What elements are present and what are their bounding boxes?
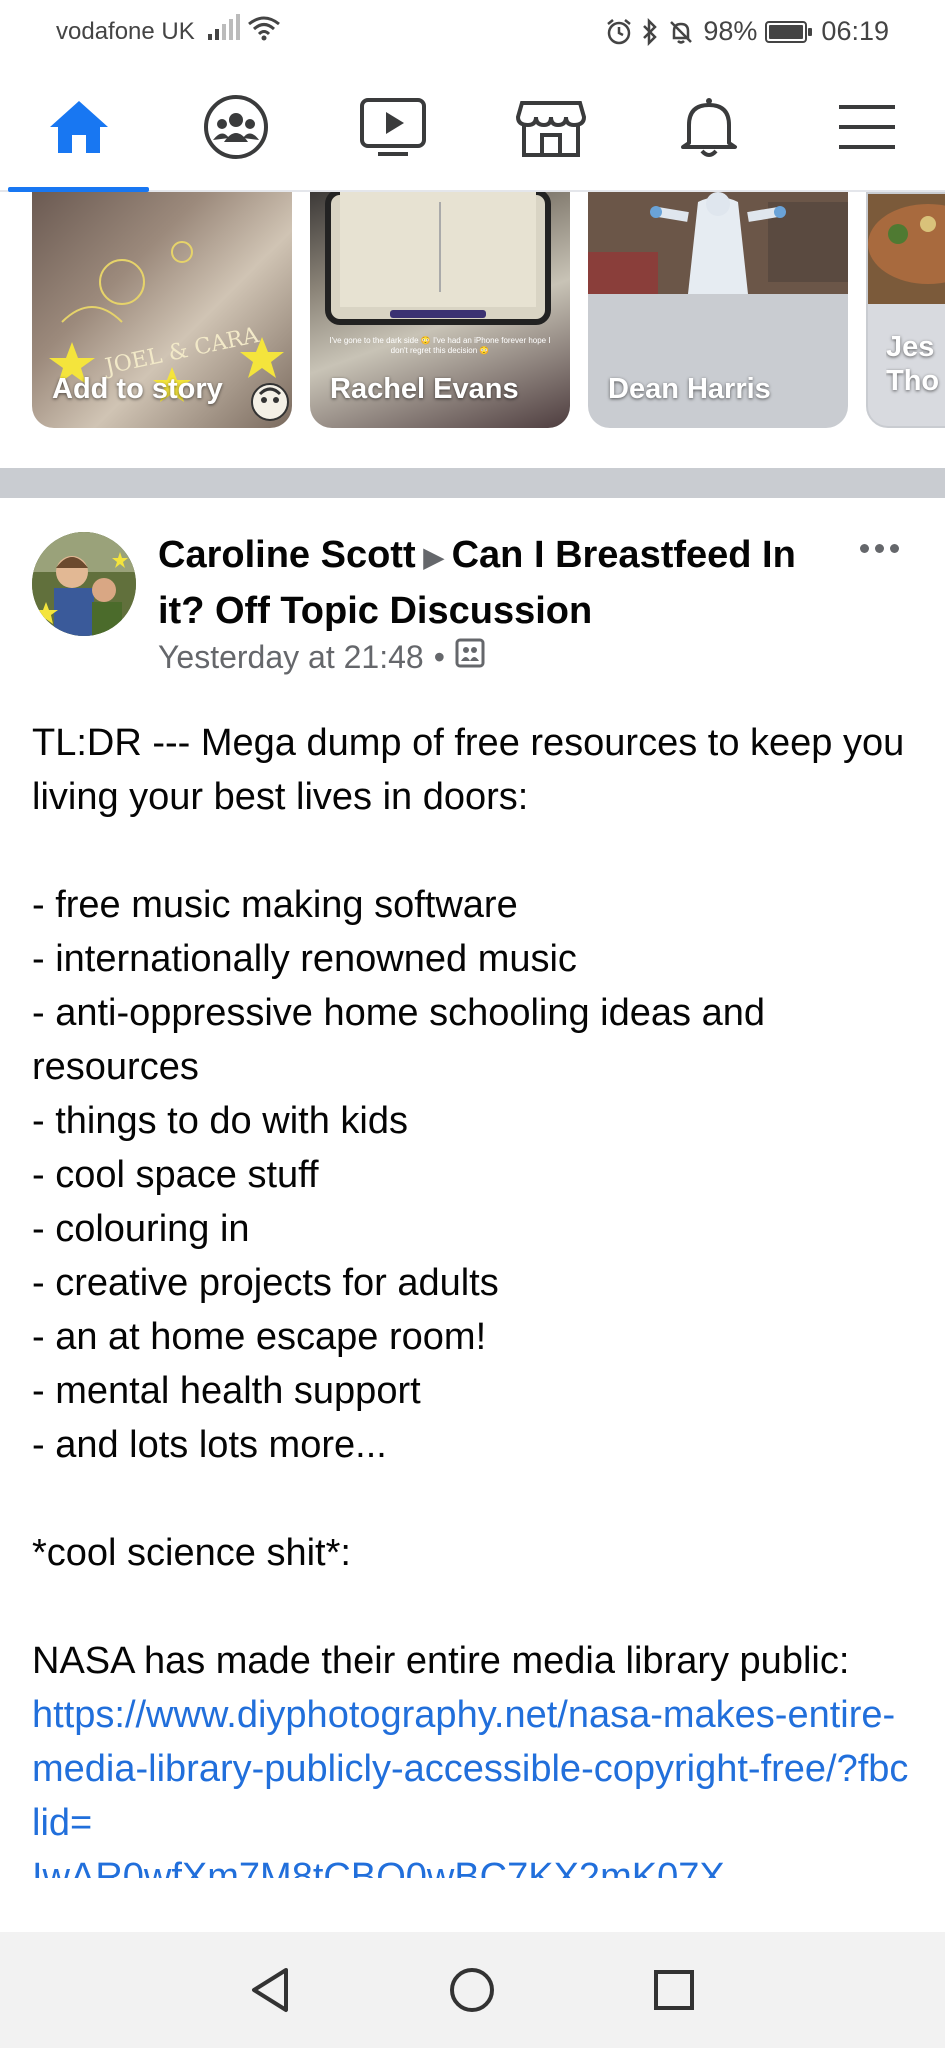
video-icon [358, 96, 428, 163]
nasa-link-cutoff[interactable]: IwAR0wfXm7M8tCBO0wBC7KX2mK07X [32, 1850, 912, 1878]
story-card-dean[interactable]: Dean Harris [588, 192, 848, 428]
list-item: - mental health support [32, 1370, 421, 1412]
author-name[interactable]: Caroline Scott [158, 534, 416, 576]
system-nav-bar [0, 1932, 945, 2048]
nav-watch-tab[interactable] [314, 68, 471, 190]
list-item: - things to do with kids [32, 1100, 408, 1142]
post-body: TL:DR --- Mega dump of free resources to… [32, 716, 912, 1878]
story-caption: I've gone to the dark side 😳 I've had an… [329, 336, 551, 355]
home-icon [46, 97, 112, 162]
story-card-rachel[interactable]: I've gone to the dark side 😳 I've had an… [310, 192, 570, 428]
nav-groups-tab[interactable] [157, 68, 314, 190]
hamburger-icon [837, 103, 897, 156]
nasa-link[interactable]: https://www.diyphotography.net/nasa-make… [32, 1688, 912, 1850]
post-meta: Yesterday at 21:48 • [158, 638, 485, 676]
story-card-add[interactable]: JOEL & CARA Add to story [32, 192, 292, 428]
shop-icon [515, 95, 586, 164]
story-art-text: JOEL & CARA [101, 323, 262, 381]
post-intro: TL:DR --- Mega dump of free resources to… [32, 722, 905, 818]
group-privacy-icon [455, 638, 485, 676]
nav-home-tab[interactable] [0, 68, 157, 192]
list-item: - an at home escape room! [32, 1316, 487, 1358]
recents-square-icon [654, 1970, 694, 2010]
author-avatar[interactable] [32, 532, 136, 636]
story-label: Add to story [52, 373, 223, 405]
nav-marketplace-tab[interactable] [472, 68, 629, 190]
feed-divider [0, 468, 945, 498]
nasa-text: NASA has made their entire media library… [32, 1640, 850, 1682]
post-header: Caroline Scott ▶ Can I Breastfeed In it? O… [158, 528, 818, 638]
meta-separator: • [433, 638, 445, 675]
resource-list: - free music making software - internati… [32, 878, 912, 1472]
groups-icon [201, 94, 271, 165]
story-label: Rachel Evans [330, 373, 519, 405]
list-item: - and lots lots more... [32, 1424, 387, 1466]
bluetooth-icon [641, 17, 659, 46]
home-button[interactable] [444, 1962, 500, 2018]
top-nav-bar [0, 68, 945, 192]
list-item: - free music making software [32, 884, 518, 926]
list-item: - cool space stuff [32, 1154, 319, 1196]
list-item: - colouring in [32, 1208, 250, 1250]
back-triangle-icon [252, 1968, 288, 2012]
section-heading: *cool science shit*: [32, 1532, 351, 1574]
battery-icon [765, 20, 813, 43]
post-timestamp[interactable]: Yesterday at 21:48 [158, 639, 424, 676]
arrow-right-icon: ▶ [423, 541, 444, 572]
story-label: Dean Harris [608, 373, 771, 405]
nav-notifications-tab[interactable] [630, 68, 787, 190]
wifi-icon [246, 14, 282, 47]
battery-level [769, 24, 803, 39]
feed-post: Caroline Scott ▶ Can I Breastfeed In it? O… [0, 498, 945, 1932]
clock: 06:19 [821, 16, 889, 46]
signal-icon [206, 14, 242, 47]
carrier-label: vodafone UK [56, 18, 195, 45]
list-item: - anti-oppressive home schooling ideas a… [32, 992, 765, 1088]
battery-percent: 98% [703, 16, 758, 46]
bell-icon [679, 95, 739, 164]
story-card-jes[interactable]: Jes Tho [866, 192, 945, 428]
more-options-button[interactable] [860, 544, 899, 553]
list-item: - internationally renowned music [32, 938, 577, 980]
home-circle-icon [450, 1968, 494, 2012]
recents-button[interactable] [646, 1962, 702, 2018]
silent-bell-icon [667, 18, 695, 46]
status-bar: vodafone UK 98% 06:19 [0, 0, 945, 68]
nav-menu-tab[interactable] [788, 68, 945, 190]
story-label: Jes Tho [886, 331, 940, 397]
list-item: - creative projects for adults [32, 1262, 499, 1304]
stories-tray: JOEL & CARA Add to story I've gone to th… [0, 192, 945, 468]
back-button[interactable] [242, 1962, 298, 2018]
alarm-icon [605, 18, 633, 46]
